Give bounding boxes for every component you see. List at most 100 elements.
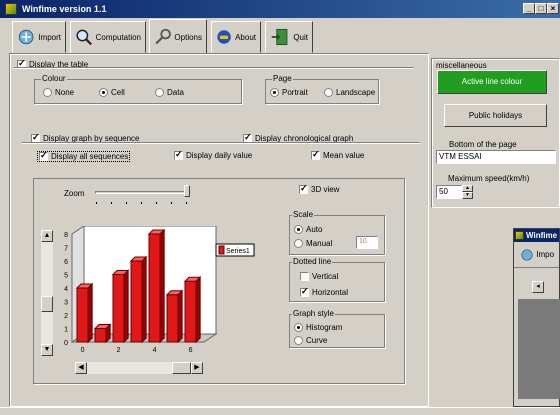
radio-curve	[294, 336, 303, 346]
graph-style-caption: Graph style	[292, 309, 335, 318]
curve-radio[interactable]: Curve	[294, 336, 327, 346]
all-sequences-checkbox[interactable]: Display all sequences	[37, 150, 131, 163]
tab-computation[interactable]: Computation	[70, 21, 146, 53]
exit-door-icon	[271, 28, 288, 46]
daily-value-check	[174, 149, 183, 161]
radio-portrait	[270, 88, 279, 98]
y-tick-label: 8	[64, 232, 68, 239]
vscroll-up-button[interactable]: ▲	[41, 230, 53, 242]
tab-about-label: About	[235, 32, 256, 42]
chart-vscrollbar[interactable]	[41, 230, 53, 356]
colour-cell-label: Cell	[111, 88, 125, 97]
bar	[148, 233, 161, 343]
x-tick-label: 4	[153, 347, 157, 354]
second-window[interactable]: Winfime Impo ◂	[513, 228, 560, 407]
dotted-line-group: Dotted line Vertical Horizontal	[289, 257, 385, 302]
colour-none-radio[interactable]: None	[43, 88, 75, 98]
x-tick-label: 2	[117, 347, 121, 354]
colour-none-label: None	[55, 88, 75, 97]
window-title: Winfime version 1.1	[22, 4, 107, 14]
bar	[112, 274, 125, 343]
view3d-checkbox[interactable]: 3D view	[299, 183, 339, 195]
daily-value-checkbox[interactable]: Display daily value	[174, 149, 252, 161]
second-tab-bar: Impo	[514, 242, 559, 268]
y-tick-label: 6	[64, 259, 68, 266]
bar-side	[177, 289, 183, 344]
bar-side	[141, 255, 147, 344]
zoom-slider-track[interactable]	[95, 191, 189, 194]
scale-manual-radio[interactable]: Manual	[294, 239, 333, 249]
scale-manual-field[interactable]: 10	[356, 236, 378, 249]
y-tick-label: 3	[64, 300, 68, 307]
tab-about[interactable]: About	[211, 21, 261, 53]
second-nav-button[interactable]: ◂	[532, 281, 544, 293]
bar	[76, 287, 89, 343]
bar	[166, 294, 179, 343]
app-icon	[5, 3, 17, 15]
maximize-button[interactable]: □	[535, 3, 547, 14]
zoom-slider-thumb[interactable]	[184, 185, 190, 197]
max-speed-field[interactable]: 50	[436, 185, 462, 199]
dotted-line-caption: Dotted line	[292, 257, 333, 266]
page-landscape-radio[interactable]: Landscape	[324, 88, 375, 98]
tab-import[interactable]: Import	[12, 21, 66, 53]
public-holidays-button[interactable]: Public holidays	[444, 104, 547, 127]
all-sequences-check	[39, 150, 48, 162]
colour-data-label: Data	[167, 88, 184, 97]
scale-auto-radio[interactable]: Auto	[294, 225, 322, 235]
mean-value-checkbox[interactable]: Mean value	[311, 149, 365, 161]
radio-auto	[294, 225, 303, 235]
hscroll-thumb[interactable]	[172, 362, 191, 374]
close-button[interactable]: ×	[547, 3, 559, 14]
minimize-button[interactable]: _	[523, 3, 535, 14]
tab-import-label: Import	[38, 32, 61, 42]
vertical-check	[300, 272, 309, 282]
y-tick-label: 1	[64, 327, 68, 334]
page-caption: Page	[272, 74, 293, 83]
scale-manual-label: Manual	[306, 239, 333, 248]
speed-down-button[interactable]: ▼	[462, 192, 473, 199]
horizontal-label: Horizontal	[312, 288, 349, 297]
radio-landscape	[324, 88, 333, 98]
legend-swatch	[218, 245, 225, 255]
page-group: Page Portrait Landscape	[265, 74, 379, 104]
page-portrait-radio[interactable]: Portrait	[270, 88, 308, 98]
radio-none	[43, 88, 52, 98]
hscroll-left-button[interactable]: ◀	[75, 362, 87, 374]
tab-quit[interactable]: Quit	[265, 21, 313, 53]
mean-value-label: Mean value	[323, 151, 365, 160]
all-sequences-label: Display all sequences	[51, 152, 129, 161]
histogram-radio[interactable]: Histogram	[294, 323, 342, 333]
colour-cell-radio[interactable]: Cell	[99, 88, 125, 98]
second-window-title: Winfime	[526, 231, 558, 240]
second-app-icon	[515, 231, 524, 240]
zoom-label: Zoom	[64, 189, 85, 198]
x-tick-label: 6	[189, 347, 193, 354]
graph-group-line	[22, 142, 420, 144]
radio-histogram	[294, 323, 303, 333]
tab-options[interactable]: Options	[149, 19, 207, 54]
vscroll-down-button[interactable]: ▼	[41, 344, 53, 356]
scale-group: Scale Auto Manual 10	[289, 210, 385, 255]
colour-data-radio[interactable]: Data	[155, 88, 184, 98]
page-portrait-label: Portrait	[282, 88, 308, 97]
active-line-colour-button[interactable]: Active line colour	[437, 70, 547, 94]
speed-up-button[interactable]: ▲	[462, 185, 473, 192]
bar-side	[87, 282, 93, 344]
bottom-page-field[interactable]: VTM ESSAI	[436, 150, 556, 164]
vscroll-thumb[interactable]	[41, 296, 53, 312]
second-window-titlebar: Winfime	[514, 229, 559, 242]
taskbar	[0, 407, 560, 415]
scale-caption: Scale	[292, 210, 315, 219]
radio-data	[155, 88, 164, 98]
horizontal-checkbox[interactable]: Horizontal	[300, 286, 349, 298]
horizontal-check	[300, 286, 309, 298]
second-tab-label[interactable]: Impo	[536, 250, 554, 259]
legend-label: Series1	[226, 248, 250, 255]
bar	[130, 260, 143, 343]
bar-chart: 0 1 2 3 4 5 6 7 8 0 2 4 6 Series1	[64, 226, 255, 354]
vertical-checkbox[interactable]: Vertical	[300, 272, 338, 282]
bottom-page-label: Bottom of the page	[449, 140, 517, 149]
hscroll-right-button[interactable]: ▶	[191, 362, 203, 374]
zoom-ticks	[96, 202, 188, 204]
